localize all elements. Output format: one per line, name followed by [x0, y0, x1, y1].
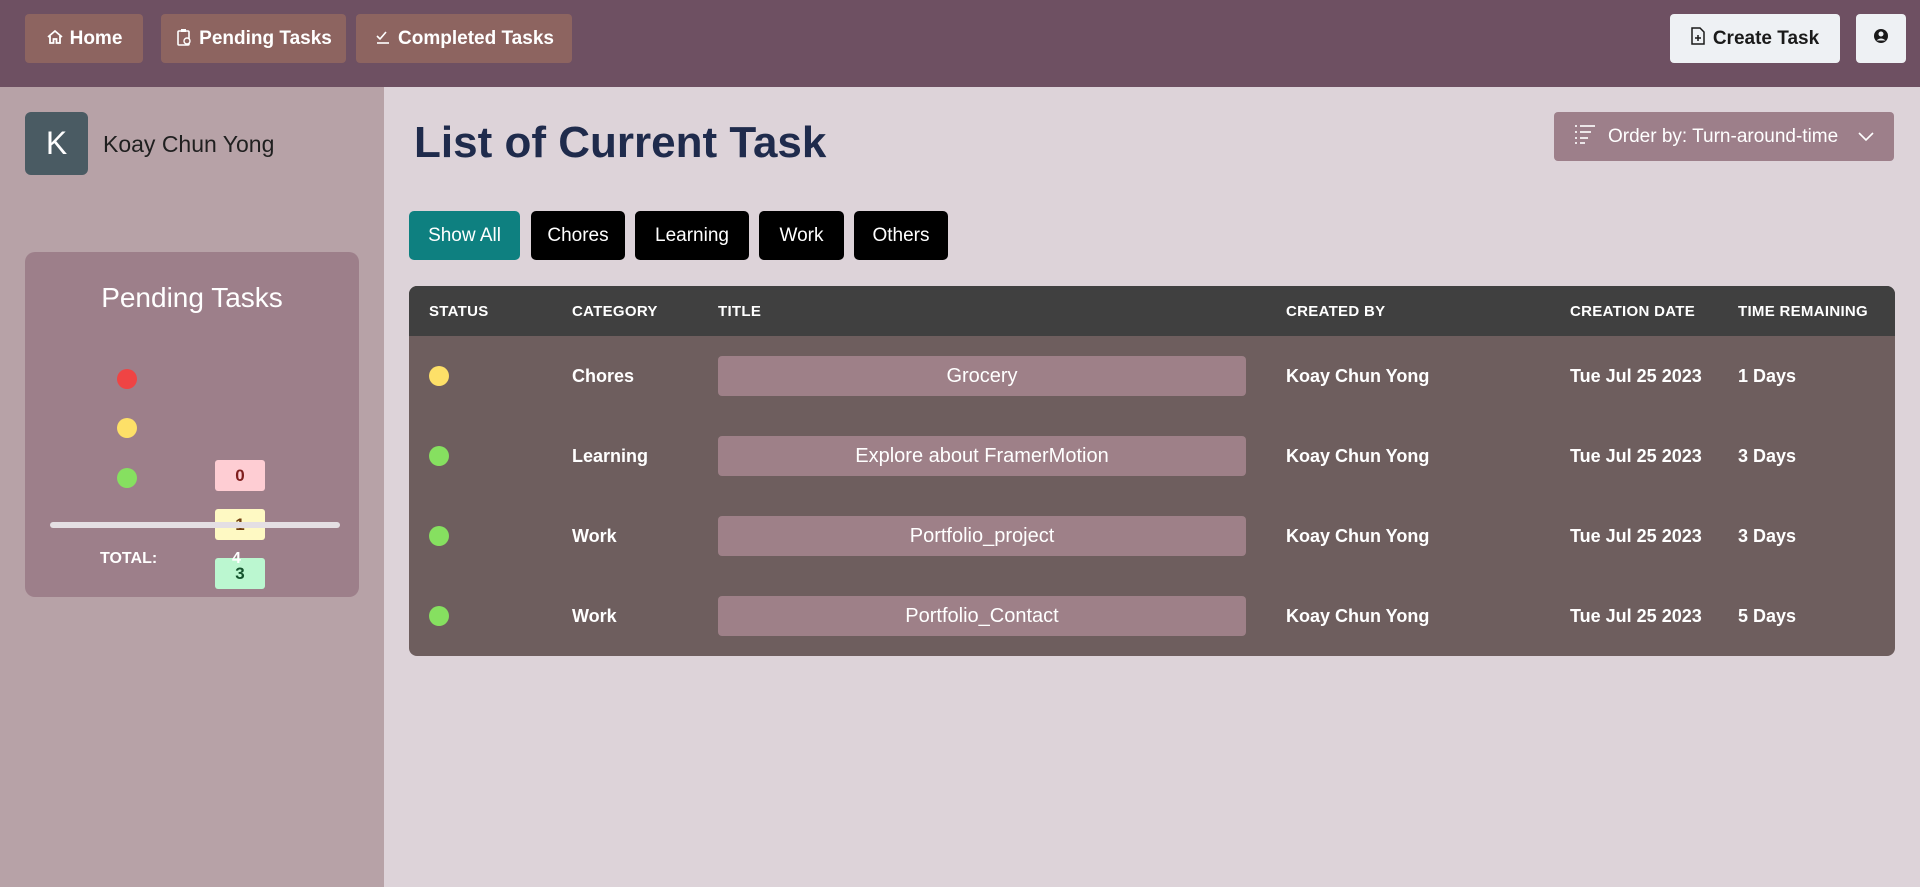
col-title: TITLE [718, 303, 762, 320]
row-time-remaining: 1 Days [1738, 366, 1797, 386]
status-yellow-dot [117, 418, 137, 438]
task-table: STATUS CATEGORY TITLE CREATED BY CREATIO… [409, 286, 1895, 656]
status-dot [429, 526, 449, 546]
status-green-dot [117, 468, 137, 488]
filter-others[interactable]: Others [854, 211, 948, 260]
col-created-by: CREATED BY [1286, 303, 1386, 320]
nav-pending-label: Pending Tasks [199, 27, 332, 49]
avatar: K [25, 112, 88, 175]
avatar-letter: K [45, 125, 68, 161]
table-row[interactable]: Work Portfolio_project Koay Chun Yong Tu… [409, 496, 1895, 576]
list-icon [1574, 123, 1596, 151]
row-title[interactable]: Portfolio_Contact [718, 596, 1246, 636]
status-dot [429, 366, 449, 386]
total-label: TOTAL: [100, 550, 158, 567]
row-title[interactable]: Grocery [718, 356, 1246, 396]
row-creation-date: Tue Jul 25 2023 [1570, 366, 1702, 386]
col-creation-date: CREATION DATE [1570, 303, 1696, 320]
order-by-label: Order by: Turn-around-time [1608, 125, 1839, 147]
clipboard-icon [175, 28, 193, 50]
row-creation-date: Tue Jul 25 2023 [1570, 606, 1702, 626]
red-count-badge: 0 [215, 460, 265, 491]
row-created-by: Koay Chun Yong [1286, 526, 1430, 546]
order-by-dropdown[interactable]: Order by: Turn-around-time [1554, 112, 1894, 161]
row-title[interactable]: Portfolio_project [718, 516, 1246, 556]
home-icon [46, 29, 64, 49]
nav-home-label: Home [69, 27, 123, 49]
row-time-remaining: 3 Days [1738, 526, 1797, 546]
create-task-button[interactable]: Create Task [1670, 14, 1840, 63]
row-time-remaining: 5 Days [1738, 606, 1797, 626]
nav-home-button[interactable]: Home [25, 14, 143, 63]
total-value: 4 [232, 550, 241, 567]
nav-completed-button[interactable]: Completed Tasks [356, 14, 572, 63]
row-category: Learning [572, 446, 649, 466]
row-category: Work [572, 606, 617, 626]
checklist-icon [374, 29, 392, 49]
status-dot [429, 446, 449, 466]
col-status: STATUS [429, 303, 489, 320]
row-created-by: Koay Chun Yong [1286, 366, 1430, 386]
filter-work[interactable]: Work [759, 211, 844, 260]
table-row[interactable]: Work Portfolio_Contact Koay Chun Yong Tu… [409, 576, 1895, 656]
row-creation-date: Tue Jul 25 2023 [1570, 446, 1702, 466]
nav-pending-button[interactable]: Pending Tasks [161, 14, 346, 63]
filter-show-all[interactable]: Show All [409, 211, 520, 260]
filter-chores[interactable]: Chores [531, 211, 625, 260]
red-count: 0 [235, 465, 245, 485]
row-category: Work [572, 526, 617, 546]
table-row[interactable]: Learning Explore about FramerMotion Koay… [409, 416, 1895, 496]
table-row[interactable]: Chores Grocery Koay Chun Yong Tue Jul 25… [409, 336, 1895, 416]
status-dot [429, 606, 449, 626]
col-category: CATEGORY [572, 303, 658, 320]
filter-learning[interactable]: Learning [635, 211, 749, 260]
file-plus-icon [1691, 26, 1705, 51]
row-time-remaining: 3 Days [1738, 446, 1797, 466]
username: Koay Chun Yong [103, 131, 275, 157]
chevron-down-icon [1858, 126, 1874, 148]
row-creation-date: Tue Jul 25 2023 [1570, 526, 1702, 546]
status-red-dot [117, 369, 137, 389]
page-title: List of Current Task [414, 118, 827, 167]
user-circle-icon [1873, 28, 1889, 49]
col-time-remaining: TIME REMAINING [1738, 303, 1869, 320]
row-created-by: Koay Chun Yong [1286, 446, 1430, 466]
pending-card-title: Pending Tasks [101, 282, 283, 313]
pending-summary-card: Pending Tasks 0 1 3 TOTAL: 4 [25, 252, 359, 597]
divider [50, 522, 340, 528]
create-task-label: Create Task [1712, 27, 1820, 49]
top-navbar: Home Pending Tasks Completed Tasks Creat… [0, 0, 1920, 87]
table-header: STATUS CATEGORY TITLE CREATED BY CREATIO… [409, 286, 1895, 336]
row-title[interactable]: Explore about FramerMotion [718, 436, 1246, 476]
row-created-by: Koay Chun Yong [1286, 606, 1430, 626]
nav-completed-label: Completed Tasks [398, 27, 554, 49]
row-category: Chores [572, 366, 635, 386]
sidebar: K Koay Chun Yong Pending Tasks 0 1 3 TOT… [0, 87, 384, 887]
user-menu-button[interactable] [1856, 14, 1906, 63]
